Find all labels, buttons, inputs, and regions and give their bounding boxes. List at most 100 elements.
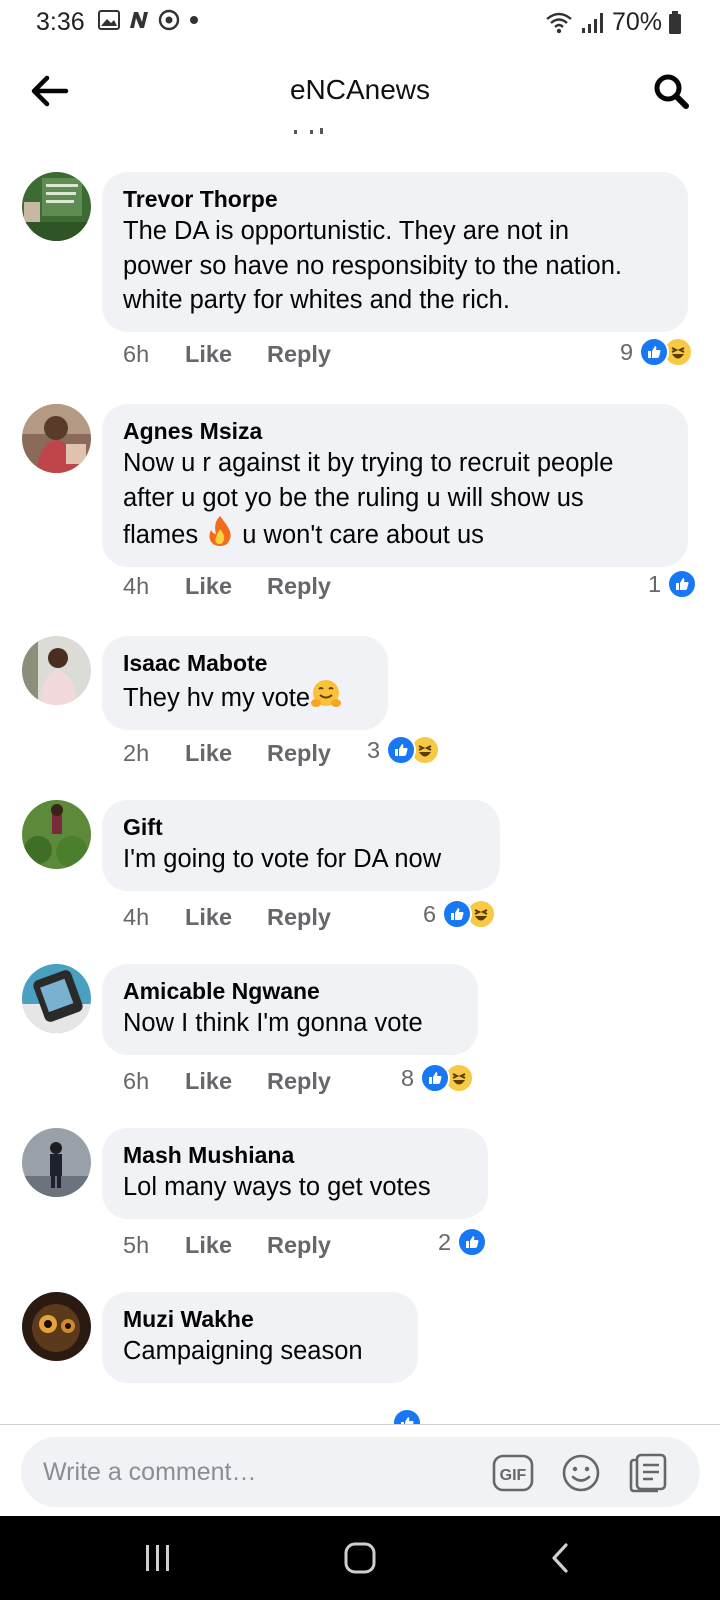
like-reaction-icon <box>457 1227 488 1257</box>
reaction-summary[interactable] <box>392 1406 422 1424</box>
like-reaction-icon <box>386 735 417 765</box>
comment-input[interactable] <box>43 1437 473 1507</box>
signal-icon <box>581 12 603 33</box>
wifi-icon <box>546 12 572 33</box>
avatar[interactable] <box>22 800 91 869</box>
reaction-summary[interactable]: 3 <box>367 733 441 767</box>
like-button[interactable]: Like <box>185 1232 267 1259</box>
recents-button[interactable] <box>128 1536 188 1580</box>
comment-bubble[interactable]: Muzi Wakhe Campaigning season <box>102 1292 418 1383</box>
like-button[interactable]: Like <box>185 904 267 931</box>
comment-text: The DA is opportunistic. They are not in… <box>123 217 622 314</box>
gif-icon: GIF <box>492 1454 534 1492</box>
back-nav-button[interactable] <box>530 1536 590 1580</box>
search-icon <box>654 74 689 109</box>
dot-icon <box>190 16 198 24</box>
comment-text: Now u r against it by trying to recruit … <box>123 446 668 553</box>
avatar[interactable] <box>22 172 91 241</box>
like-button[interactable]: Like <box>185 341 267 368</box>
comment-time[interactable]: 6h <box>123 1068 185 1095</box>
system-icons: 70% <box>544 8 682 37</box>
gif-button[interactable]: GIF <box>491 1451 535 1495</box>
comment-author[interactable]: Mash Mushiana <box>123 1140 468 1170</box>
reaction-count: 6 <box>423 900 437 927</box>
reply-button[interactable]: Reply <box>267 740 331 767</box>
reply-button[interactable]: Reply <box>267 1068 331 1095</box>
comment-actions: 4h Like Reply <box>123 569 331 603</box>
comment-author[interactable]: Isaac Mabote <box>123 648 368 678</box>
comment-text-part: They hv my vote <box>123 684 311 712</box>
like-reaction-icon <box>392 1408 422 1424</box>
reaction-count: 3 <box>367 736 381 763</box>
reaction-summary[interactable]: 8 <box>401 1061 475 1095</box>
comment-time[interactable]: 4h <box>123 904 185 931</box>
avatar[interactable] <box>22 964 91 1033</box>
comment-time[interactable]: 5h <box>123 1232 185 1259</box>
avatar[interactable] <box>22 404 91 473</box>
reaction-count: 2 <box>438 1228 452 1255</box>
comment-author[interactable]: Amicable Ngwane <box>123 976 458 1006</box>
like-reaction-icon <box>639 337 670 367</box>
app-header: eNCAnews <box>0 54 720 130</box>
comment-actions: 5h Like Reply <box>123 1228 331 1262</box>
comment-composer: GIF <box>0 1424 720 1516</box>
reply-button[interactable]: Reply <box>267 1232 331 1259</box>
reaction-summary[interactable]: 1 <box>648 567 698 601</box>
sticker-button[interactable] <box>627 1451 671 1495</box>
comment-text-part: u won't care about us <box>235 521 484 549</box>
sticker-icon <box>629 1453 667 1493</box>
like-reaction-icon <box>667 569 698 599</box>
home-icon <box>344 1542 376 1574</box>
back-nav-icon <box>552 1543 568 1573</box>
comment-time[interactable]: 6h <box>123 341 185 368</box>
comment-bubble[interactable]: Mash Mushiana Lol many ways to get votes <box>102 1128 488 1219</box>
home-button[interactable] <box>330 1536 390 1580</box>
gallery-icon <box>98 10 120 30</box>
reply-button[interactable]: Reply <box>267 904 331 931</box>
like-button[interactable]: Like <box>185 573 267 600</box>
avatar[interactable] <box>22 1292 91 1361</box>
comment-time[interactable]: 2h <box>123 740 185 767</box>
comment-text: Lol many ways to get votes <box>123 1173 431 1201</box>
composer-field: GIF <box>21 1437 700 1507</box>
reaction-count: 8 <box>401 1064 415 1091</box>
reply-button[interactable]: Reply <box>267 573 331 600</box>
hugging-face-emoji-icon <box>311 680 342 707</box>
comment-list[interactable]: Trevor Thorpe The DA is opportunistic. T… <box>0 138 720 1424</box>
reply-button[interactable]: Reply <box>267 341 331 368</box>
comment-text: Now I think I'm gonna vote <box>123 1009 423 1037</box>
emoji-button[interactable] <box>559 1451 603 1495</box>
comment-author[interactable]: Agnes Msiza <box>123 416 668 446</box>
comment-bubble[interactable]: Trevor Thorpe The DA is opportunistic. T… <box>102 172 688 332</box>
svg-text:GIF: GIF <box>500 1467 527 1484</box>
reaction-summary[interactable]: 2 <box>438 1225 488 1259</box>
page-title: eNCAnews <box>289 74 431 105</box>
avatar[interactable] <box>22 1128 91 1197</box>
like-button[interactable]: Like <box>185 1068 267 1095</box>
search-button[interactable] <box>646 66 696 116</box>
comment-author[interactable]: Muzi Wakhe <box>123 1304 398 1334</box>
like-reaction-icon <box>442 899 473 929</box>
avatar[interactable] <box>22 636 91 705</box>
recents-icon <box>146 1545 169 1571</box>
reaction-summary[interactable]: 9 <box>620 335 694 369</box>
comment-author[interactable]: Trevor Thorpe <box>123 184 668 214</box>
comment-text: They hv my vote <box>123 678 368 716</box>
emoji-icon <box>562 1454 600 1492</box>
n-app-icon <box>130 12 148 28</box>
like-reaction-icon <box>420 1063 451 1093</box>
comment-actions: 6h Like Reply <box>123 1064 331 1098</box>
comment-bubble[interactable]: Amicable Ngwane Now I think I'm gonna vo… <box>102 964 478 1055</box>
battery-percent: 70% <box>611 8 662 36</box>
reaction-summary[interactable]: 6 <box>423 897 497 931</box>
comment-bubble[interactable]: Gift I'm going to vote for DA now <box>102 800 500 891</box>
comment-author[interactable]: Gift <box>123 812 480 842</box>
like-button[interactable]: Like <box>185 740 267 767</box>
comment-text: Campaigning season <box>123 1337 363 1365</box>
fire-emoji-icon <box>209 516 231 546</box>
comment-actions: 4h Like Reply <box>123 900 331 934</box>
comment-bubble[interactable]: Isaac Mabote They hv my vote <box>102 636 388 730</box>
comment-time[interactable]: 4h <box>123 573 185 600</box>
battery-icon <box>669 10 681 34</box>
comment-bubble[interactable]: Agnes Msiza Now u r against it by trying… <box>102 404 688 567</box>
